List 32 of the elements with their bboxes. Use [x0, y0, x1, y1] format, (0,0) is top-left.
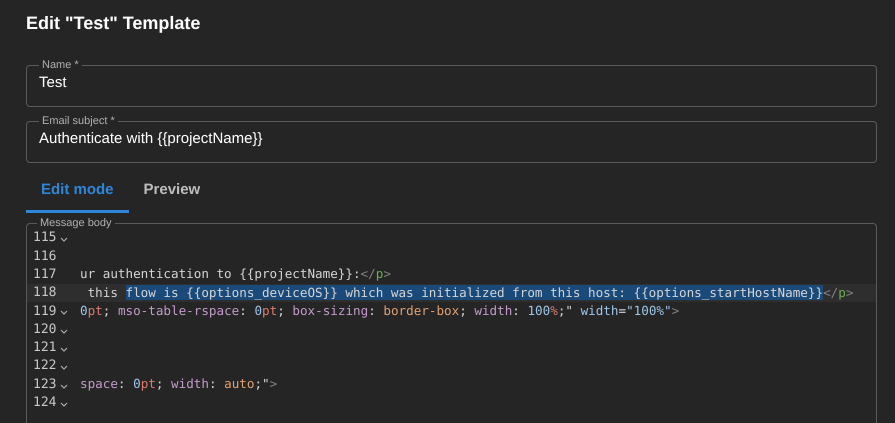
dialog-title: Edit "Test" Template: [26, 12, 200, 35]
line-number: 118: [33, 284, 56, 302]
line-number: 120: [33, 320, 56, 339]
text-field[interactable]: Email subject * Authenticate with {{projectName}}: [26, 115, 877, 163]
chevron-down-icon[interactable]: [60, 310, 68, 316]
field-label: Message body: [39, 218, 113, 229]
chevron-down-icon[interactable]: [60, 237, 68, 244]
field-label: Email subject *: [41, 115, 116, 127]
code-line: space: 0pt; width: auto;">: [80, 375, 278, 394]
chevron-down-icon[interactable]: [60, 346, 68, 353]
line-number: 116: [33, 248, 56, 266]
line-number: 115: [33, 229, 56, 248]
field-value[interactable]: Test: [39, 72, 864, 94]
line-number: 124: [33, 394, 56, 412]
line-number: 123: [33, 376, 56, 394]
code-line: 0pt; mso-table-rspace: 0pt; box-sizing: border-box; width: 100%;" width="100%">: [80, 302, 680, 320]
chevron-down-icon[interactable]: [60, 328, 68, 335]
line-number: 122: [33, 357, 56, 376]
chevron-down-icon[interactable]: [60, 402, 68, 408]
chevron-down-icon[interactable]: [60, 384, 68, 390]
field-value[interactable]: Authenticate with {{projectName}}: [39, 128, 864, 150]
tab[interactable]: Preview: [128, 171, 216, 213]
code-line: this flow is {{options_deviceOS}} which was initialized from this host: {{options_startHostName}}</p>: [86, 284, 854, 302]
field-label: Name *: [41, 59, 80, 71]
tab[interactable]: Edit mode: [26, 171, 129, 213]
text-field[interactable]: Name * Test: [26, 59, 877, 107]
line-number: 121: [33, 339, 56, 358]
code-line: ur authentication to {{projectName}}:</p>: [80, 265, 391, 284]
chevron-down-icon[interactable]: [60, 365, 68, 372]
line-number: 117: [33, 266, 56, 284]
code-editor[interactable]: [26, 217, 877, 423]
line-number: 119: [33, 302, 56, 321]
